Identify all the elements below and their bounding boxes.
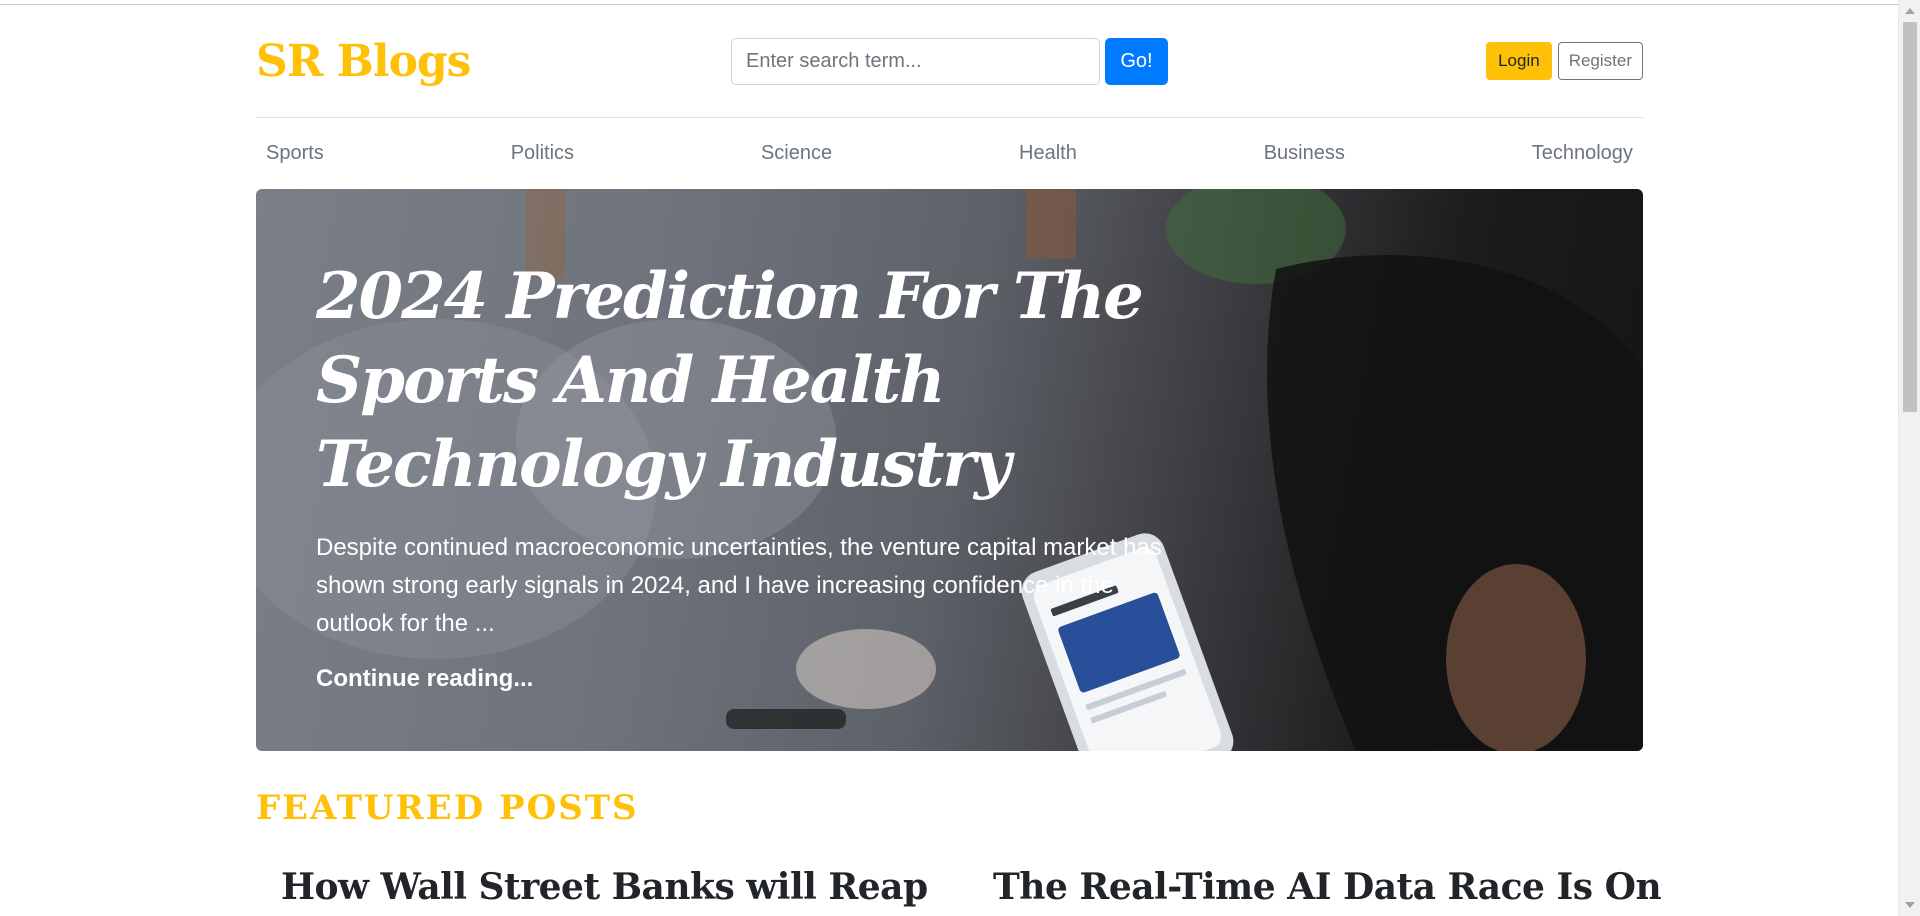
page-container: SR Blogs Go! Login Register Sports Polit… (256, 0, 1662, 908)
scroll-thumb[interactable] (1903, 22, 1917, 412)
hero-excerpt: Despite continued macroeconomic uncertai… (316, 534, 1162, 637)
featured-post-title[interactable]: How Wall Street Banks will Reap (281, 866, 928, 908)
auth-buttons: Login Register (1486, 42, 1643, 80)
vertical-scrollbar[interactable] (1898, 0, 1920, 916)
nav-item-politics[interactable]: Politics (511, 142, 574, 165)
login-button[interactable]: Login (1486, 42, 1552, 80)
nav-item-business[interactable]: Business (1264, 142, 1345, 165)
hero-title[interactable]: 2024 Prediction For The Sports And Healt… (316, 255, 1166, 507)
featured-posts-heading: FEATURED POSTS (256, 788, 639, 828)
hero-banner: 2024 Prediction For The Sports And Healt… (256, 189, 1643, 751)
scroll-down-icon[interactable] (1905, 902, 1915, 908)
site-header: SR Blogs Go! Login Register (256, 0, 1643, 118)
hero-content: 2024 Prediction For The Sports And Healt… (316, 255, 1166, 693)
nav-item-science[interactable]: Science (761, 142, 832, 165)
category-nav: Sports Politics Science Health Business … (256, 118, 1643, 189)
nav-item-sports[interactable]: Sports (266, 142, 324, 165)
continue-reading-link[interactable]: Continue reading... (316, 665, 533, 693)
register-button[interactable]: Register (1557, 42, 1643, 80)
nav-item-technology[interactable]: Technology (1532, 142, 1633, 165)
featured-post-title[interactable]: The Real-Time AI Data Race Is On (993, 866, 1662, 908)
site-logo[interactable]: SR Blogs (256, 36, 471, 87)
nav-item-health[interactable]: Health (1019, 142, 1077, 165)
scroll-up-icon[interactable] (1905, 8, 1915, 14)
search-form: Go! (731, 38, 1168, 85)
search-input[interactable] (731, 38, 1100, 85)
search-go-button[interactable]: Go! (1105, 38, 1168, 85)
